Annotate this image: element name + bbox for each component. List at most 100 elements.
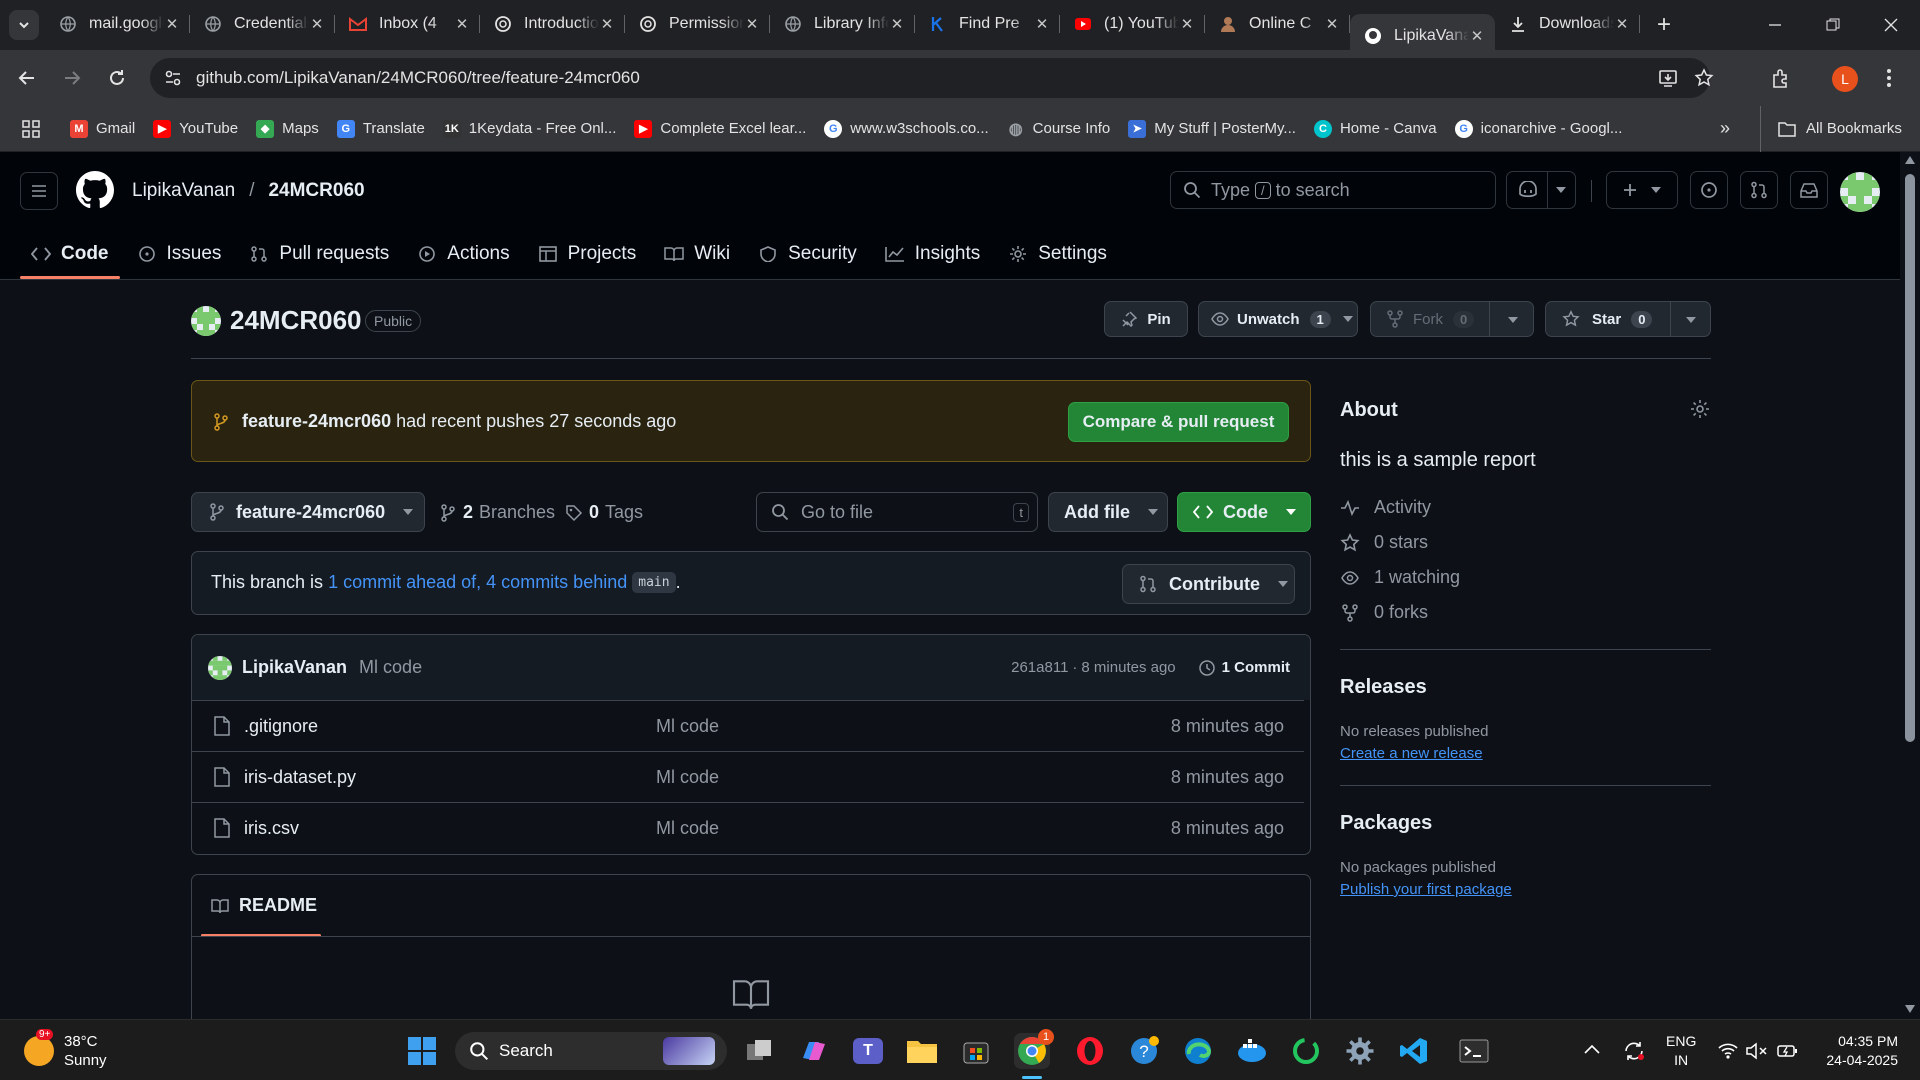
- repo-link[interactable]: 24MCR060: [268, 180, 364, 202]
- activity-link[interactable]: Activity: [1340, 497, 1460, 518]
- edge-app[interactable]: [1180, 1033, 1216, 1069]
- commits-count-link[interactable]: 1 Commit: [1222, 659, 1290, 676]
- apps-grid-icon[interactable]: [22, 119, 40, 138]
- watching-link[interactable]: 1 watching: [1340, 567, 1460, 588]
- forks-link[interactable]: 0 forks: [1340, 602, 1460, 623]
- bookmark-item[interactable]: ➤ My Stuff | PosterMy...: [1128, 119, 1296, 138]
- tab-close-icon[interactable]: ✕: [309, 15, 325, 33]
- contribute-button[interactable]: Contribute: [1122, 564, 1295, 604]
- gear-icon[interactable]: [1690, 399, 1710, 419]
- task-view-button[interactable]: [742, 1033, 778, 1069]
- file-explorer-app[interactable]: [904, 1033, 940, 1069]
- go-to-file-input[interactable]: Go to file t: [756, 492, 1038, 532]
- code-button[interactable]: Code: [1177, 492, 1311, 532]
- tab-settings[interactable]: Settings: [997, 234, 1118, 274]
- releases-title[interactable]: Releases: [1340, 676, 1427, 699]
- extensions-icon[interactable]: [1770, 67, 1792, 89]
- copilot-app[interactable]: [796, 1033, 832, 1069]
- tab-close-icon[interactable]: ✕: [599, 15, 615, 33]
- tab-code[interactable]: Code: [20, 234, 120, 279]
- restore-button[interactable]: [1804, 0, 1862, 50]
- profile-avatar[interactable]: L: [1832, 66, 1858, 92]
- readme-tab[interactable]: README: [211, 895, 317, 916]
- tab-close-icon[interactable]: ✕: [164, 15, 180, 33]
- browser-tab[interactable]: Library Info ✕: [770, 6, 915, 42]
- opera-app[interactable]: [1072, 1033, 1108, 1069]
- packages-title[interactable]: Packages: [1340, 812, 1432, 835]
- global-nav-button[interactable]: [20, 172, 58, 210]
- docker-app[interactable]: [1234, 1033, 1270, 1069]
- commit-hash[interactable]: 261a811: [1011, 659, 1068, 676]
- chrome-app[interactable]: 1: [1014, 1029, 1054, 1069]
- branches-link[interactable]: 2 Branches: [441, 502, 555, 523]
- browser-tab[interactable]: mail.google.com✕: [45, 6, 190, 42]
- store-app[interactable]: [958, 1033, 994, 1069]
- issues-button[interactable]: [1690, 171, 1728, 209]
- reload-button[interactable]: [99, 60, 135, 96]
- create-new-button[interactable]: [1606, 171, 1678, 209]
- star-button[interactable]: Star 0: [1545, 301, 1711, 337]
- speaker-muted-icon[interactable]: [1746, 1042, 1768, 1060]
- browser-tab[interactable]: Permissions✕: [625, 6, 770, 42]
- browser-tab[interactable]: Introduction✕: [480, 6, 625, 42]
- add-file-button[interactable]: Add file: [1048, 492, 1168, 532]
- pull-requests-button[interactable]: [1740, 171, 1778, 209]
- compare-pull-request-button[interactable]: Compare & pull request: [1068, 402, 1289, 442]
- kebab-menu-icon[interactable]: [1886, 68, 1892, 88]
- refresh-app[interactable]: [1288, 1033, 1324, 1069]
- inbox-button[interactable]: [1790, 171, 1828, 209]
- branch-selector[interactable]: feature-24mcr060: [191, 492, 425, 532]
- battery-icon[interactable]: [1776, 1042, 1798, 1060]
- teams-app[interactable]: T: [850, 1033, 886, 1069]
- tags-link[interactable]: 0 Tags: [565, 502, 643, 523]
- settings-app[interactable]: [1342, 1033, 1378, 1069]
- browser-tab[interactable]: Inbox (4 ✕: [335, 6, 480, 42]
- github-logo-icon[interactable]: [76, 171, 114, 209]
- forward-button[interactable]: [54, 60, 90, 96]
- back-button[interactable]: [9, 60, 45, 96]
- tab-pull-requests[interactable]: Pull requests: [238, 234, 400, 274]
- tab-projects[interactable]: Projects: [527, 234, 648, 274]
- bookmark-item[interactable]: Gwww.w3schools.co...: [824, 119, 989, 138]
- scroll-up-icon[interactable]: [1905, 156, 1915, 164]
- repo-title[interactable]: 24MCR060: [230, 305, 362, 336]
- address-bar[interactable]: github.com/LipikaVanan/24MCR060/tree/fea…: [150, 58, 1714, 98]
- clock[interactable]: 04:35 PM 24-04-2025: [1818, 1032, 1898, 1070]
- url-text[interactable]: github.com/LipikaVanan/24MCR060/tree/fea…: [196, 68, 640, 88]
- owner-link[interactable]: LipikaVanan: [132, 180, 235, 202]
- help-app[interactable]: ?: [1126, 1033, 1162, 1069]
- tab-close-icon[interactable]: ✕: [889, 15, 905, 33]
- fork-button[interactable]: Fork 0: [1370, 301, 1534, 337]
- install-app-icon[interactable]: [1658, 68, 1678, 88]
- file-row[interactable]: .gitignore Ml code 8 minutes ago: [192, 700, 1304, 751]
- create-release-link[interactable]: Create a new release: [1340, 745, 1483, 762]
- tab-security[interactable]: Security: [747, 234, 868, 274]
- weather-widget[interactable]: 38°C Sunny: [64, 1032, 107, 1070]
- commit-message[interactable]: Ml code: [359, 657, 422, 678]
- new-tab-button[interactable]: +: [1646, 11, 1682, 39]
- bookmark-item[interactable]: Giconarchive - Googl...: [1454, 119, 1622, 138]
- bookmarks-overflow-icon[interactable]: »: [1720, 118, 1730, 139]
- file-name[interactable]: iris.csv: [244, 818, 656, 839]
- tab-close-icon[interactable]: ✕: [1034, 15, 1050, 33]
- tab-insights[interactable]: Insights: [874, 234, 991, 274]
- file-commit-message[interactable]: Ml code: [656, 818, 719, 839]
- unwatch-button[interactable]: Unwatch 1: [1198, 301, 1358, 337]
- bookmark-item[interactable]: ▶ YouTube: [153, 119, 238, 138]
- bookmark-item[interactable]: ▶ Complete Excel lear...: [634, 119, 806, 138]
- tab-close-icon[interactable]: ✕: [744, 15, 760, 33]
- tab-search-button[interactable]: [9, 10, 39, 40]
- taskbar-search[interactable]: Search: [455, 1032, 727, 1070]
- site-info-icon[interactable]: [164, 69, 182, 87]
- user-avatar[interactable]: [1840, 172, 1880, 212]
- commits-ahead-link[interactable]: 1 commit ahead of: [328, 572, 476, 593]
- bookmark-item[interactable]: ◆ Maps: [256, 119, 319, 138]
- tab-actions[interactable]: Actions: [406, 234, 520, 274]
- scroll-down-icon[interactable]: [1905, 1005, 1915, 1013]
- stars-link[interactable]: 0 stars: [1340, 532, 1460, 553]
- global-search-input[interactable]: Type / to search: [1170, 171, 1496, 209]
- browser-tab[interactable]: Credentials ✕: [190, 6, 335, 42]
- bookmark-item[interactable]: M Gmail: [70, 119, 135, 138]
- commits-behind-link[interactable]: 4 commits behind: [486, 572, 627, 593]
- scrollbar-thumb[interactable]: [1905, 174, 1915, 742]
